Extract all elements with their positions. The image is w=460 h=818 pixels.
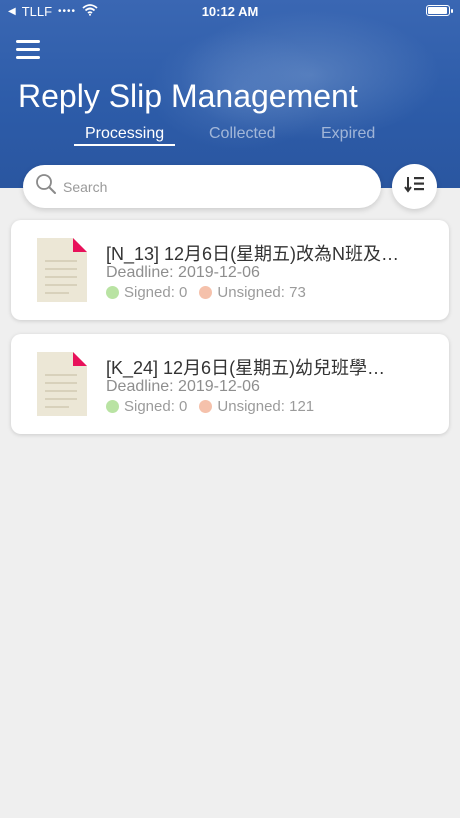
slip-card[interactable]: [K_24] 12月6日(星期五)幼兒班學… Deadline: 2019-12… bbox=[11, 334, 449, 434]
sort-icon bbox=[403, 175, 426, 198]
page-title: Reply Slip Management bbox=[18, 78, 358, 114]
slip-deadline: Deadline: 2019-12-06 bbox=[106, 264, 260, 281]
document-icon bbox=[35, 350, 89, 423]
menu-icon[interactable] bbox=[16, 40, 40, 60]
signed-dot-icon bbox=[106, 400, 119, 413]
signed-count: Signed: 0 bbox=[124, 398, 188, 415]
sort-button[interactable] bbox=[392, 164, 437, 209]
battery-icon bbox=[426, 5, 453, 16]
status-bar: ◀ TLLF •••• 10:12 AM bbox=[0, 0, 460, 24]
unsigned-dot-icon bbox=[199, 400, 213, 413]
unsigned-count: Unsigned: 121 bbox=[217, 398, 315, 415]
unsigned-count: Unsigned: 73 bbox=[217, 284, 306, 301]
slip-card[interactable]: [N_13] 12月6日(星期五)改為N班及… Deadline: 2019-1… bbox=[11, 220, 449, 320]
signed-dot-icon bbox=[106, 286, 119, 299]
signed-count: Signed: 0 bbox=[124, 284, 188, 301]
slip-title: [K_24] 12月6日(星期五)幼兒班學… bbox=[106, 358, 386, 378]
slip-counts: Signed: 0 Unsigned: 73 bbox=[106, 284, 306, 301]
status-time: 10:12 AM bbox=[201, 4, 259, 19]
search-input[interactable] bbox=[63, 178, 343, 195]
header: ◀ TLLF •••• 10:12 AM Reply Slip Manageme… bbox=[0, 0, 460, 188]
tab-processing[interactable]: Processing bbox=[85, 125, 164, 143]
tab-collected[interactable]: Collected bbox=[209, 125, 276, 143]
search-bar[interactable] bbox=[23, 165, 381, 208]
active-tab-indicator bbox=[74, 144, 175, 146]
unsigned-dot-icon bbox=[199, 286, 213, 299]
slip-deadline: Deadline: 2019-12-06 bbox=[106, 378, 260, 395]
document-icon bbox=[35, 236, 89, 309]
tab-expired[interactable]: Expired bbox=[321, 125, 375, 143]
slip-counts: Signed: 0 Unsigned: 121 bbox=[106, 398, 314, 415]
slip-title: [N_13] 12月6日(星期五)改為N班及… bbox=[106, 244, 400, 264]
tab-bar: Processing Collected Expired bbox=[0, 125, 460, 155]
search-icon bbox=[35, 173, 57, 200]
